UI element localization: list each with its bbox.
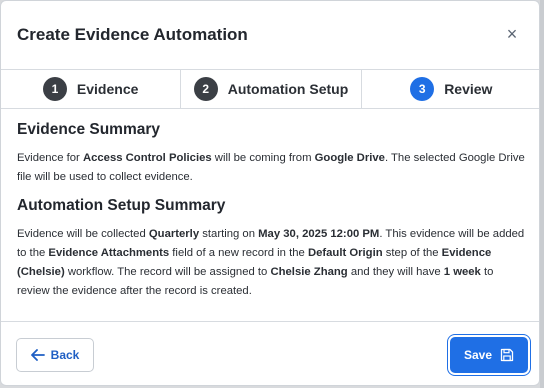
stepper: 1 Evidence 2 Automation Setup 3 Review [1,69,539,109]
step-number-1: 1 [42,77,67,101]
policy-name: Access Control Policies [82,152,212,164]
modal-header: Create Evidence Automation × [1,1,539,69]
back-button-label: Back [50,348,80,362]
step-evidence[interactable]: 1 Evidence [1,70,182,108]
text-fragment: and they will have [347,266,444,278]
frequency: Quarterly [148,228,200,240]
assignee: Chelsie Zhang [270,266,348,278]
automation-summary-text: Evidence will be collected Quarterly sta… [17,225,527,301]
save-button-label: Save [463,348,493,362]
step-automation-setup[interactable]: 2 Automation Setup [181,70,362,108]
text-fragment: field of a new record in the [169,247,308,259]
target-field: Evidence Attachments [48,247,170,259]
create-evidence-automation-modal: Create Evidence Automation × 1 Evidence … [0,0,540,386]
review-duration: 1 week [443,266,481,278]
text-fragment: Evidence will be collected [17,228,149,240]
floppy-disk-icon [500,348,514,362]
evidence-summary-title: Evidence Summary [17,121,161,138]
evidence-summary-text: Evidence for Access Control Policies wil… [17,149,527,187]
close-icon[interactable]: × [503,25,521,43]
automation-summary-title: Automation Setup Summary [17,197,226,214]
text-fragment: workflow. The record will be assigned to [64,266,271,278]
save-button[interactable]: Save [450,337,528,373]
modal-title: Create Evidence Automation [17,25,248,44]
step-number-2: 2 [193,77,218,101]
text-fragment: Evidence for [17,152,83,164]
workflow-step: Default Origin [307,247,383,259]
step-label-review: Review [444,81,493,97]
arrow-left-icon [30,349,45,361]
step-review[interactable]: 3 Review [362,70,539,108]
text-fragment: step of the [382,247,442,259]
step-label-evidence: Evidence [76,81,139,97]
review-content: Evidence Summary Evidence for Access Con… [17,121,527,307]
modal-footer: Back Save [1,321,539,385]
backdrop [540,0,544,388]
text-fragment: starting on [199,228,259,240]
step-number-3: 3 [410,77,435,101]
text-fragment: will be coming from [211,152,315,164]
step-label-automation-setup: Automation Setup [227,81,349,97]
evidence-source: Google Drive [314,152,385,164]
back-button[interactable]: Back [16,338,94,372]
start-datetime: May 30, 2025 12:00 PM [258,228,380,240]
